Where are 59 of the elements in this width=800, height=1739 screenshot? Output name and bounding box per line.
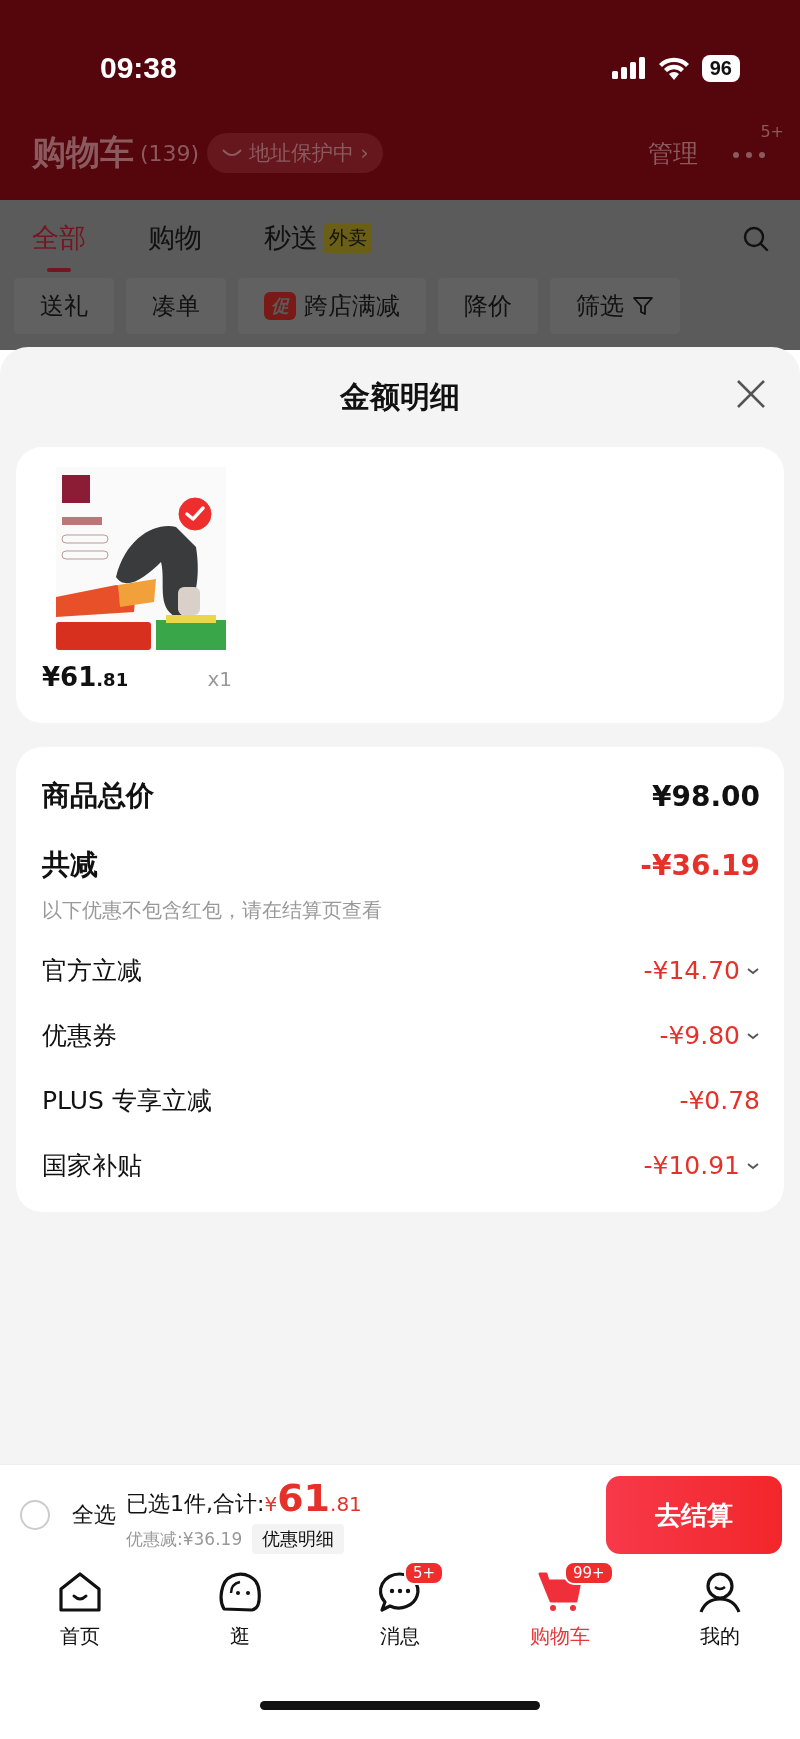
total-value: ¥98.00 — [651, 779, 760, 813]
battery-indicator: 96 — [701, 54, 740, 82]
discount-value: -¥36.19 — [640, 848, 760, 882]
signal-icon — [611, 57, 646, 79]
discount-item-label: 国家补贴 — [42, 1150, 142, 1182]
category-tab[interactable]: 购物 — [148, 206, 202, 272]
address-protection-badge[interactable]: 地址保护中 › — [207, 133, 383, 173]
search-icon[interactable] — [742, 225, 770, 253]
status-time: 09:38 — [100, 51, 177, 85]
check-badge-icon[interactable] — [178, 497, 212, 531]
notification-badge: 5+ — [404, 1561, 445, 1585]
item-count: (139) — [140, 140, 200, 166]
close-icon[interactable] — [736, 379, 766, 409]
smile-icon — [221, 148, 244, 158]
blob-face-icon[interactable] — [218, 1571, 262, 1613]
person-icon[interactable] — [698, 1571, 742, 1613]
discount-item-value: -¥0.78 — [679, 1086, 760, 1115]
saving-amount: 优惠减:¥36.19 — [126, 1527, 243, 1551]
discount-item-value: -¥9.80 — [659, 1021, 740, 1050]
total-label: 商品总价 — [42, 778, 154, 814]
product-quantity: x1 — [207, 667, 232, 691]
discount-note: 以下优惠不包含红包，请在结算页查看 — [42, 897, 383, 924]
total-price: ¥61.81 — [264, 1476, 362, 1520]
nav-tab[interactable]: 我的 — [700, 1623, 740, 1650]
wifi-icon — [657, 56, 690, 80]
filter-chip[interactable]: 送礼 — [14, 278, 114, 334]
discount-item-value: -¥14.70 — [643, 956, 740, 985]
discount-detail-button[interactable]: 优惠明细 — [252, 1524, 345, 1554]
select-all-label: 全选 — [72, 1501, 116, 1529]
manage-link[interactable]: 管理 — [648, 136, 698, 170]
chevron-down-icon[interactable] — [746, 1031, 760, 1040]
funnel-icon — [632, 295, 654, 317]
page-title: 购物车 — [32, 131, 134, 174]
filter-chip[interactable]: 凑单 — [126, 278, 226, 334]
notification-count: 5+ — [760, 121, 784, 141]
notification-badge: 99+ — [564, 1561, 614, 1585]
more-icon[interactable] — [732, 150, 766, 159]
discount-item-label: 官方立减 — [42, 955, 142, 987]
select-all-radio[interactable] — [20, 1500, 50, 1530]
product-price: ¥61.81 — [42, 662, 129, 692]
selection-summary: 已选1件,合计: — [126, 1490, 265, 1518]
discount-item-value: -¥10.91 — [643, 1151, 740, 1180]
discount-label: 共减 — [42, 847, 98, 883]
filter-chip[interactable]: 筛选 — [550, 278, 680, 334]
filter-chip[interactable]: 促 跨店满减 — [238, 278, 426, 334]
discount-item-label: PLUS 专享立减 — [42, 1085, 212, 1117]
sheet-title: 金额明细 — [340, 377, 460, 416]
nav-tab[interactable]: 消息 — [380, 1623, 420, 1650]
nav-tab[interactable]: 购物车 — [530, 1623, 590, 1650]
category-tab[interactable]: 全部 — [32, 206, 86, 272]
nav-tab[interactable]: 逛 — [230, 1623, 250, 1650]
house-icon[interactable] — [58, 1571, 102, 1613]
checkout-button[interactable]: 去结算 — [606, 1476, 782, 1554]
chevron-down-icon[interactable] — [746, 1161, 760, 1170]
chevron-down-icon[interactable] — [746, 966, 760, 975]
nav-tab[interactable]: 首页 — [60, 1623, 100, 1650]
filter-chip[interactable]: 降价 — [438, 278, 538, 334]
category-tab[interactable]: 秒送 外卖 — [264, 206, 372, 272]
discount-item-label: 优惠券 — [42, 1020, 117, 1052]
